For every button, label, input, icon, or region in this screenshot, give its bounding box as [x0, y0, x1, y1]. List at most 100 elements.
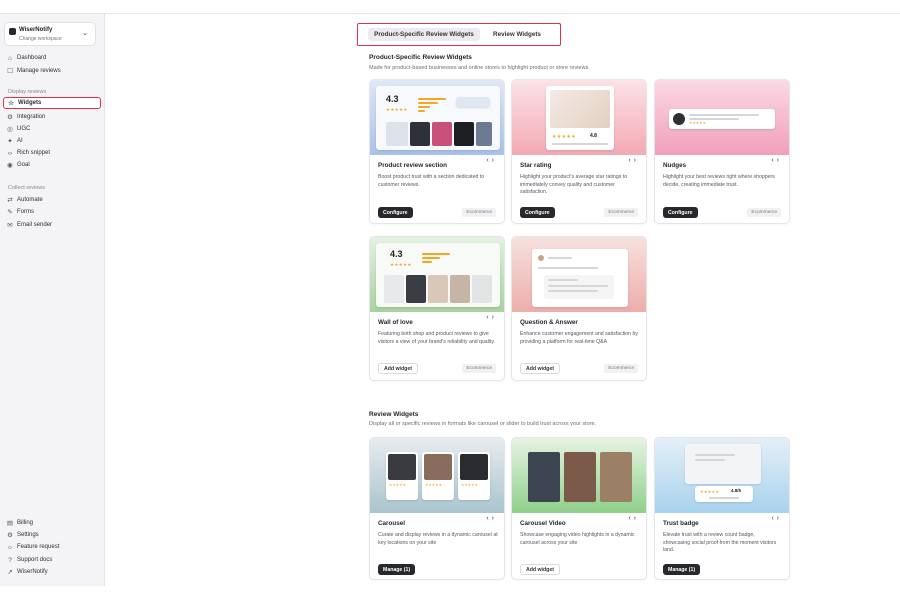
integration-icon: ⚙: [7, 114, 13, 121]
sidebar-item-dashboard[interactable]: ⌂ Dashboard: [3, 52, 101, 64]
rating-value: 4.3: [390, 249, 403, 259]
sidebar-item-automate[interactable]: ⇄ Automate: [3, 194, 101, 206]
category-tag: Ecommerce: [462, 364, 496, 373]
widget-card-wall-of-love[interactable]: 4.3 ★★★★★ Wall of love ‹› Featuring both…: [369, 236, 505, 381]
section-label-display-reviews: Display reviews: [8, 89, 47, 95]
manage-button[interactable]: Manage (1): [663, 564, 701, 575]
sidebar-item-forms[interactable]: ✎ Forms: [3, 206, 101, 218]
chevron-right-icon[interactable]: ›: [492, 314, 497, 321]
help-icon: ?: [8, 556, 12, 564]
widget-preview-image: ★★★★★ ★★★★★ ★★★★★: [370, 438, 504, 513]
add-widget-button[interactable]: Add widget: [378, 363, 418, 374]
sidebar-item-feature-request[interactable]: ☼ Feature request: [3, 541, 101, 553]
preview-nav-arrows[interactable]: ‹›: [486, 157, 497, 164]
sidebar: WiserNotify Change workspace ⌄ ⌂ Dashboa…: [0, 14, 105, 586]
ai-icon: ✦: [7, 138, 13, 145]
category-tag: Ecommerce: [747, 208, 781, 217]
widget-card-question-and-answer[interactable]: Question & Answer Enhance customer engag…: [511, 236, 647, 381]
widget-preview-image: ★★★★★ 4.8/5: [655, 438, 789, 513]
sidebar-item-settings[interactable]: ⚙ Settings: [3, 529, 101, 541]
sidebar-item-rich-snippet[interactable]: ‹› Rich snippet: [3, 147, 101, 159]
chevron-right-icon[interactable]: ›: [634, 515, 639, 522]
sidebar-item-goal[interactable]: ◉ Goal: [3, 159, 101, 171]
workspace-subtitle: Change workspace: [19, 36, 62, 42]
ugc-icon: ◎: [7, 126, 13, 133]
chevron-right-icon[interactable]: ›: [492, 157, 497, 164]
card-title: Trust badge: [663, 520, 699, 527]
chevron-right-icon[interactable]: ›: [777, 157, 782, 164]
widget-preview-image: [512, 438, 646, 513]
card-title: Wall of love: [378, 319, 413, 326]
chevron-right-icon[interactable]: ›: [634, 157, 639, 164]
card-title: Nudges: [663, 162, 687, 169]
sidebar-item-label: Manage reviews: [17, 68, 61, 74]
widget-preview-image: 4.3 ★★★★★: [370, 237, 504, 312]
billing-icon: ▤: [6, 520, 14, 527]
sidebar-item-ugc[interactable]: ◎ UGC: [3, 123, 101, 135]
chevron-right-icon[interactable]: ›: [777, 515, 782, 522]
sidebar-item-integration[interactable]: ⚙ Integration: [3, 111, 101, 123]
widget-card-star-rating[interactable]: ★★★★★ 4.8 Star rating ‹› Highlight your …: [511, 79, 647, 224]
widget-preview-image: [512, 237, 646, 312]
widget-card-nudges[interactable]: ★★★★★ Nudges ‹› Highlight your best revi…: [654, 79, 790, 224]
workspace-name: WiserNotify: [19, 27, 53, 33]
workspace-switcher[interactable]: WiserNotify Change workspace ⌄: [4, 22, 96, 46]
tab-product-specific-review-widgets[interactable]: Product-Specific Review Widgets: [368, 28, 480, 41]
sidebar-item-billing[interactable]: ▤ Billing: [3, 517, 101, 529]
add-widget-button[interactable]: Add widget: [520, 564, 560, 575]
category-tag: Ecommerce: [604, 208, 638, 217]
home-icon: ⌂: [8, 54, 12, 62]
chevron-right-icon[interactable]: ›: [492, 515, 497, 522]
card-title: Product review section: [378, 162, 447, 169]
sidebar-item-label: Integration: [17, 114, 46, 120]
section-description: Made for product-based businesses and on…: [369, 65, 590, 71]
rating-value: 4.3: [386, 94, 399, 104]
tab-review-widgets[interactable]: Review Widgets: [486, 28, 548, 41]
card-title: Star rating: [520, 162, 552, 169]
email-icon: ✉: [7, 222, 13, 229]
sidebar-item-label: Billing: [17, 520, 34, 526]
widget-card-product-review-section[interactable]: 4.3 ★★★★★ Product review section ‹› Boos…: [369, 79, 505, 224]
widget-preview-image: ★★★★★ 4.8: [512, 80, 646, 155]
rating-value: 4.8: [590, 133, 597, 139]
sidebar-item-support-docs[interactable]: ? Support docs: [3, 554, 101, 566]
sidebar-item-wisernotify[interactable]: ↗ WiserNotify: [3, 566, 101, 578]
add-widget-button[interactable]: Add widget: [520, 363, 560, 374]
widget-card-carousel[interactable]: ★★★★★ ★★★★★ ★★★★★ Carousel ‹› Curate and…: [369, 437, 505, 580]
sidebar-item-email-sender[interactable]: ✉ Email sender: [3, 219, 101, 231]
card-title: Carousel Video: [520, 520, 566, 527]
preview-nav-arrows[interactable]: ‹›: [771, 515, 782, 522]
configure-button[interactable]: Configure: [663, 207, 698, 218]
preview-nav-arrows[interactable]: ‹›: [628, 515, 639, 522]
sidebar-item-label: WiserNotify: [17, 569, 48, 575]
sidebar-item-label: Feature request: [17, 544, 60, 550]
sidebar-item-widgets[interactable]: ☆ Widgets: [3, 97, 101, 109]
sidebar-item-ai[interactable]: ✦ AI: [3, 135, 101, 147]
configure-button[interactable]: Configure: [378, 207, 413, 218]
preview-nav-arrows[interactable]: ‹›: [628, 157, 639, 164]
widget-card-trust-badge[interactable]: ★★★★★ 4.8/5 Trust badge ‹› Elevate trust…: [654, 437, 790, 580]
card-description: Boost product trust with a section dedic…: [378, 174, 485, 188]
forms-icon: ✎: [7, 209, 13, 216]
automate-icon: ⇄: [7, 197, 13, 204]
widget-card-carousel-video[interactable]: Carousel Video ‹› Showcase engaging vide…: [511, 437, 647, 580]
widget-preview-image: ★★★★★: [655, 80, 789, 155]
preview-nav-arrows[interactable]: ‹›: [486, 515, 497, 522]
sidebar-item-manage-reviews[interactable]: ☐ Manage reviews: [3, 65, 101, 77]
sidebar-item-label: Email sender: [17, 222, 53, 228]
card-description: Curate and display reviews in a dynamic …: [378, 532, 498, 546]
configure-button[interactable]: Configure: [520, 207, 555, 218]
card-description: Enhance customer engagement and satisfac…: [520, 331, 638, 345]
sidebar-item-label: Goal: [17, 162, 30, 168]
card-description: Elevate trust with a review count badge,…: [663, 532, 777, 554]
bulb-icon: ☼: [7, 543, 13, 551]
chevron-down-icon: ⌄: [82, 30, 88, 37]
preview-nav-arrows[interactable]: ‹›: [486, 314, 497, 321]
card-title: Question & Answer: [520, 319, 578, 326]
card-description: Featuring both shop and product reviews …: [378, 331, 496, 345]
card-title: Carousel: [378, 520, 405, 527]
sidebar-item-label: Dashboard: [17, 55, 47, 61]
preview-nav-arrows[interactable]: ‹›: [771, 157, 782, 164]
manage-button[interactable]: Manage (1): [378, 564, 416, 575]
goal-icon: ◉: [7, 162, 13, 169]
